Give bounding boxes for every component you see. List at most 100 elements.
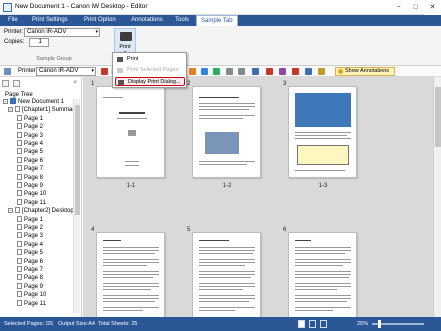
- main-scrollbar[interactable]: [433, 77, 441, 317]
- page-thumbnail-1[interactable]: [96, 86, 165, 178]
- page-number: 2: [187, 81, 191, 87]
- close-button[interactable]: ✕: [424, 0, 441, 15]
- page-icon: [17, 182, 22, 188]
- page-icon: [17, 240, 22, 247]
- tab-file[interactable]: File: [4, 15, 22, 26]
- tree-item-page[interactable]: Page 5: [17, 249, 43, 257]
- collapse-icon[interactable]: −: [8, 107, 13, 113]
- document-icon: [10, 98, 16, 104]
- tree-item-label: Page 6: [24, 258, 44, 265]
- page-thumbnail-3[interactable]: [288, 86, 357, 178]
- tree-item-page[interactable]: Page 8: [17, 173, 43, 182]
- page-icon: [17, 266, 22, 272]
- page-number: 4: [91, 227, 95, 233]
- list-view-icon[interactable]: [320, 320, 327, 328]
- arrange-icon[interactable]: [279, 68, 286, 75]
- print-dialog-icon: [118, 80, 124, 85]
- menu-item-label: Display Print Dialog...: [128, 79, 181, 85]
- tree-item-page[interactable]: Page 6: [17, 156, 43, 165]
- tree-item-label: Page 4: [24, 141, 44, 147]
- tree-item-page[interactable]: Page 2: [17, 224, 43, 232]
- menu-item-display-print-dialog[interactable]: Display Print Dialog...: [115, 77, 185, 86]
- print-button[interactable]: Print ▾: [114, 28, 136, 56]
- chapter-icon: [15, 106, 20, 113]
- sample-group-label: Sample Group: [36, 56, 72, 62]
- tree-item-page[interactable]: Page 10: [17, 190, 46, 198]
- tree-item-page[interactable]: Page 3: [17, 232, 43, 240]
- tree-item-chapter[interactable]: − [Chapter1] Summary: [8, 106, 77, 114]
- tree-item-page[interactable]: Page 1: [17, 215, 43, 224]
- tree-item-page[interactable]: Page 3: [17, 131, 44, 140]
- tab-sample[interactable]: Sample Tab: [196, 15, 238, 26]
- undo-icon[interactable]: [226, 68, 233, 75]
- zoom-icon[interactable]: [252, 68, 259, 75]
- tree-item-page[interactable]: Page 7: [17, 266, 43, 274]
- scrollbar-thumb[interactable]: [435, 87, 441, 147]
- redo-icon[interactable]: [238, 68, 245, 75]
- sidebar-close-button[interactable]: ×: [73, 80, 77, 86]
- tree-item-page[interactable]: Page 4: [17, 140, 43, 148]
- tree-item-chapter[interactable]: − [Chapter2] Desktop: [8, 207, 74, 215]
- tab-print-settings[interactable]: Print Settings: [28, 15, 72, 26]
- tree-edit-icon[interactable]: [13, 80, 20, 87]
- pen-icon[interactable]: [189, 68, 196, 75]
- zoom-slider-knob[interactable]: [378, 320, 381, 328]
- tree-item-label: Page 10: [24, 292, 47, 299]
- maximize-button[interactable]: □: [407, 0, 424, 15]
- copies-stepper[interactable]: 1: [29, 38, 49, 47]
- folder-icon[interactable]: [318, 68, 325, 75]
- page-icon: [17, 173, 22, 180]
- tree-item-label: Page 4: [24, 241, 44, 248]
- sidebar-scrollbar[interactable]: [73, 99, 80, 313]
- page-icon: [17, 165, 22, 172]
- collapse-icon[interactable]: −: [3, 99, 8, 104]
- toolbar-printer-icon[interactable]: [4, 68, 11, 75]
- thumbnail-view-icon[interactable]: [298, 320, 305, 328]
- tree-item-page[interactable]: Page 4: [17, 240, 44, 249]
- menu-item-print[interactable]: Print: [115, 55, 185, 64]
- preview-view-icon[interactable]: [309, 320, 316, 328]
- printer-icon: [117, 57, 123, 62]
- insert-icon[interactable]: [213, 68, 220, 75]
- tab-annotations[interactable]: Annotations: [127, 15, 167, 26]
- show-annotations-button[interactable]: Show Annotations: [335, 67, 395, 76]
- page-icon: [17, 232, 22, 239]
- page-thumbnail-5[interactable]: [192, 232, 261, 317]
- tree-item-label: Page 7: [24, 267, 44, 273]
- collapse-icon[interactable]: −: [8, 208, 13, 214]
- tree-item-page[interactable]: Page 5: [17, 148, 43, 156]
- page-red-icon[interactable]: [101, 68, 108, 75]
- tree-item-page[interactable]: Page 7: [17, 165, 43, 173]
- scrollbar-thumb[interactable]: [75, 105, 80, 215]
- tab-print-option[interactable]: Print Option: [80, 15, 120, 26]
- show-annotations-label: Show Annotations: [345, 68, 390, 74]
- tab-tools[interactable]: Tools: [171, 15, 193, 26]
- zoom-slider[interactable]: [372, 320, 424, 328]
- tree-item-page[interactable]: Page 1: [17, 114, 43, 123]
- tree-item-page[interactable]: Page 10: [17, 291, 46, 299]
- select-icon[interactable]: [201, 68, 208, 75]
- menu-item-label: Print Selected Pages: [127, 67, 179, 73]
- tree-add-icon[interactable]: [2, 80, 9, 87]
- tree-item-label: Page 3: [24, 132, 44, 139]
- printer-select[interactable]: Canon iR-ADV ▾: [24, 28, 100, 37]
- tree-item-page[interactable]: Page 6: [17, 257, 44, 266]
- toolbar-printer-select[interactable]: Canon iR-ADV ▾: [36, 67, 96, 76]
- stamp-icon[interactable]: [292, 68, 299, 75]
- tree-item-page[interactable]: Page 9: [17, 182, 43, 190]
- minimize-button[interactable]: −: [390, 0, 407, 15]
- layout-icon[interactable]: [305, 68, 312, 75]
- page-thumbnail-2[interactable]: [192, 86, 261, 178]
- tree-item-page[interactable]: Page 9: [17, 282, 43, 291]
- page-thumbnail-6[interactable]: [288, 232, 357, 317]
- tree-item-page[interactable]: Page 2: [17, 123, 43, 131]
- delete-icon[interactable]: [266, 68, 273, 75]
- page-icon: [17, 123, 22, 130]
- tree-item-page[interactable]: Page 8: [17, 274, 43, 282]
- printer-row: Printer: Canon iR-ADV ▾: [4, 28, 100, 37]
- page-icon: [17, 249, 22, 256]
- tree-item-document[interactable]: − New Document 1: [3, 98, 64, 106]
- tree-item-page[interactable]: Page 11: [17, 198, 46, 207]
- page-thumbnail-4[interactable]: [96, 232, 165, 317]
- tree-item-page[interactable]: Page 11: [17, 299, 46, 308]
